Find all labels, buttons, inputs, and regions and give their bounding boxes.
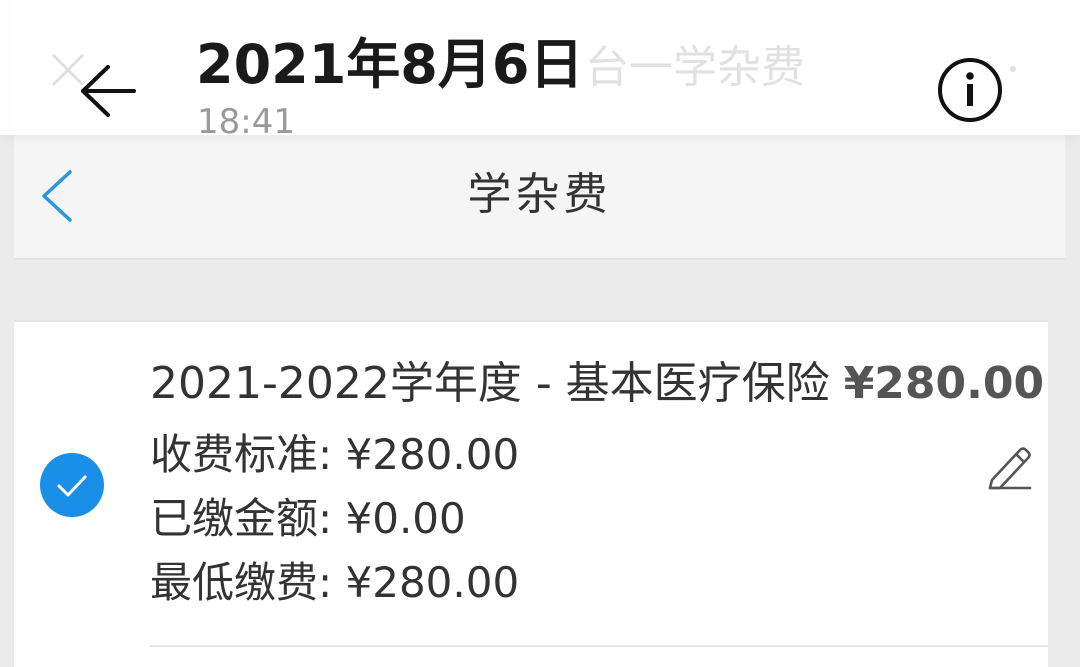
row-label: 收费标准: bbox=[150, 430, 346, 479]
checked-icon[interactable] bbox=[40, 453, 104, 517]
pencil-icon[interactable] bbox=[984, 442, 1034, 490]
photo-viewer-top-bar: 台一学杂费 2021年8月6日 18:41 bbox=[0, 0, 1080, 142]
row-label: 已缴金额: bbox=[150, 494, 346, 543]
row-value: ¥280.00 bbox=[345, 430, 520, 479]
fee-item-amount: ¥280.00 bbox=[843, 358, 1045, 409]
row-value: ¥0.00 bbox=[345, 494, 466, 543]
divider bbox=[150, 645, 1048, 647]
photo-date: 2021年8月6日 bbox=[196, 33, 584, 96]
fee-standard-row: 收费标准: ¥280.00 bbox=[150, 429, 519, 481]
photo-time: 18:41 bbox=[197, 102, 295, 142]
background-menu-dot bbox=[1010, 66, 1016, 72]
page-title: 学杂费 bbox=[467, 169, 612, 220]
background-page-title: 台一学杂费 bbox=[585, 42, 805, 93]
info-icon[interactable] bbox=[936, 56, 1004, 124]
fee-item-title: 2021-2022学年度 - 基本医疗保险 ¥280.00 bbox=[150, 358, 1044, 410]
fee-item-name: 2021-2022学年度 - 基本医疗保险 bbox=[150, 358, 830, 409]
row-label: 最低缴费: bbox=[150, 558, 346, 607]
paid-amount-row: 已缴金额: ¥0.00 bbox=[150, 493, 466, 545]
arrow-left-icon[interactable] bbox=[78, 62, 138, 120]
minimum-payment-row: 最低缴费: ¥280.00 bbox=[150, 557, 519, 609]
fee-item-card[interactable]: 2021-2022学年度 - 基本医疗保险 ¥280.00 收费标准: ¥280… bbox=[14, 320, 1048, 667]
row-value: ¥280.00 bbox=[345, 558, 520, 607]
